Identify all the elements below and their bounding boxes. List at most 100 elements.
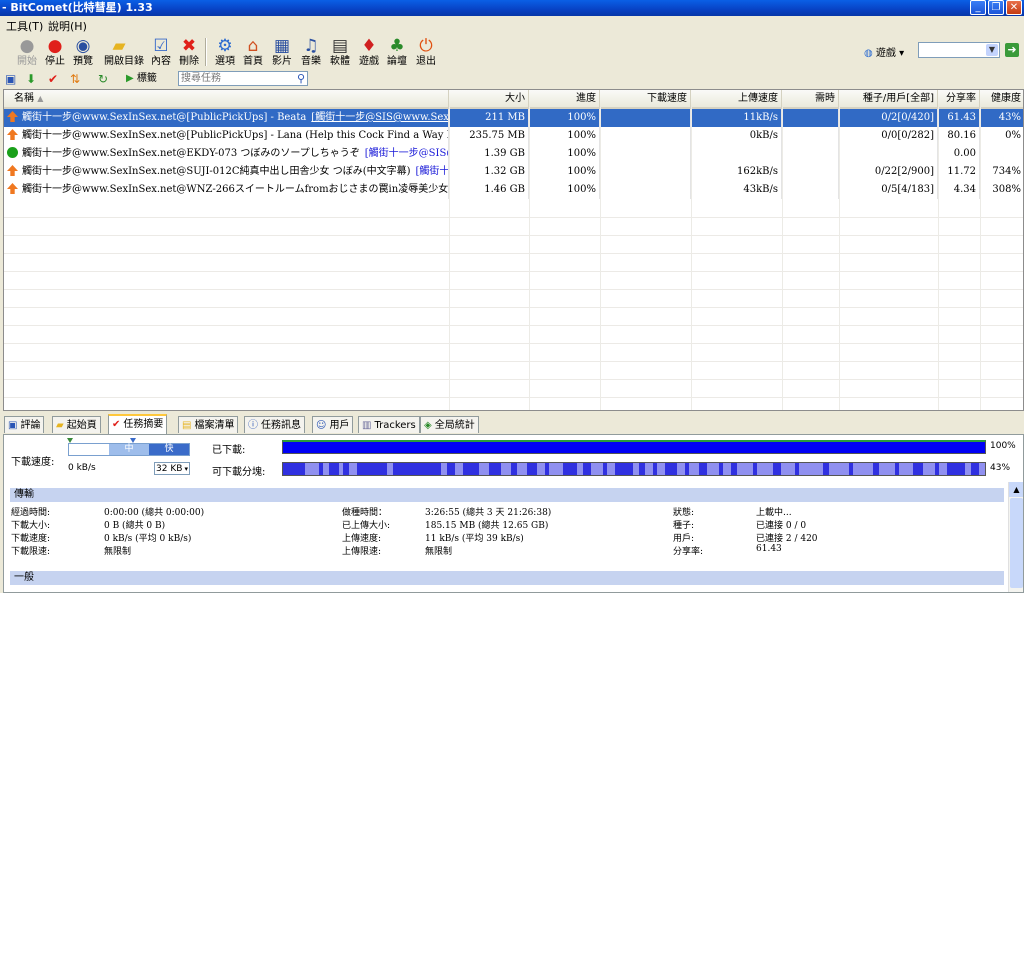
stat-value: 61.43 [756, 544, 782, 554]
game-button[interactable]: ♦ 遊戲 [354, 35, 384, 69]
column-upload-speed[interactable]: 上傳速度 [691, 90, 782, 107]
task-comment-link[interactable]: [觸街十一步@SIS@www.S... [365, 148, 448, 159]
start-button[interactable]: ● 開始 [12, 35, 42, 69]
cell-download-speed [600, 181, 691, 199]
download-arrow-icon[interactable]: ⬇ [26, 71, 36, 87]
minimize-button[interactable]: _ [970, 0, 986, 15]
cell-progress: 100% [529, 181, 600, 199]
grid-line [980, 107, 981, 410]
cell-upload-speed: 11kB/s [691, 109, 782, 127]
available-pct: 43% [990, 463, 1011, 473]
piece-segment [603, 463, 607, 475]
scroll-up-icon[interactable]: ▲ [1009, 482, 1023, 497]
piece-segment [343, 463, 349, 475]
stop-button[interactable]: ● 停止 [40, 35, 70, 69]
exit-button[interactable]: ⏻ 退出 [411, 35, 441, 69]
up-down-icon[interactable]: ⇅ [70, 71, 80, 87]
empty-row [4, 379, 1023, 398]
column-eta[interactable]: 需時 [782, 90, 839, 107]
cell-name: 觸街十一步@www.SexInSex.net@WNZ-266スイートルームfro… [4, 181, 449, 199]
piece-segment [545, 463, 549, 475]
tab-file-list[interactable]: ▤ 檔案清單 [178, 416, 239, 433]
open-folder-button[interactable]: ▰ 開啟目錄 [104, 35, 144, 69]
tab-task-info[interactable]: ⓘ 任務訊息 [244, 416, 305, 433]
stat-value: 0 kB/s (平均 0 kB/s) [104, 534, 192, 544]
search-scope-dropdown[interactable]: ◍ 遊戲 ▾ [864, 44, 904, 59]
table-row[interactable]: 觸街十一步@www.SexInSex.net@[PublicPickUps] -… [4, 109, 1023, 127]
speed-limit-select[interactable]: 32 KB ▾ [154, 462, 190, 475]
column-health[interactable]: 健康度 [980, 90, 1023, 107]
tab-trackers[interactable]: ▥ Trackers [358, 416, 420, 433]
movie-button[interactable]: ▦ 影片 [267, 35, 297, 69]
close-button[interactable]: ✕ [1006, 0, 1022, 15]
check-icon[interactable]: ✔ [48, 71, 58, 87]
upload-status-icon [7, 165, 18, 176]
stat-value: 已連接 2 / 420 [756, 534, 818, 544]
cell-peers: 0/0[0/282] [839, 127, 938, 145]
bookmark-button[interactable]: ▶ 標籤 [126, 71, 157, 87]
downloaded-bar [282, 440, 986, 454]
stat-value: 無限制 [104, 547, 132, 557]
web-search-input[interactable]: ▼ [918, 42, 1000, 58]
table-row[interactable]: 觸街十一步@www.SexInSex.net@[PublicPickUps] -… [4, 127, 1023, 145]
search-icon[interactable]: ⚲ [297, 72, 305, 85]
column-size[interactable]: 大小 [449, 90, 529, 107]
speed-slider[interactable]: 中 快 [68, 443, 190, 456]
empty-row [4, 397, 1023, 410]
task-comment-link[interactable]: [觸街十一步@SIS@www.SexInSex.net] [311, 112, 448, 123]
task-list: 名稱 ▲ 大小 進度 下載速度 上傳速度 需時 種子/用戶[全部] 分享率 健康… [3, 89, 1024, 411]
software-button[interactable]: ▤ 軟體 [325, 35, 355, 69]
piece-segment [823, 463, 829, 475]
forum-button[interactable]: ♣ 論壇 [382, 35, 412, 69]
options-button[interactable]: ⚙ 選項 [210, 35, 240, 69]
tab-peers[interactable]: ☺ 用戶 [312, 416, 354, 433]
globe-icon: ◍ [864, 48, 873, 59]
cell-health: 734% [980, 163, 1023, 181]
music-button[interactable]: ♫ 音樂 [296, 35, 326, 69]
available-pieces-bar [282, 462, 986, 476]
refresh-icon[interactable]: ↻ [98, 71, 108, 87]
tag-icon: ▶ [126, 73, 134, 84]
column-progress[interactable]: 進度 [529, 90, 600, 107]
new-task-icon[interactable]: ▣ [5, 71, 16, 87]
column-peers[interactable]: 種子/用戶[全部] [839, 90, 938, 107]
home-icon: ⌂ [247, 36, 259, 56]
detail-scrollbar[interactable]: ▲ [1008, 482, 1023, 592]
task-comment-link[interactable]: [觸街十一步... [416, 166, 448, 177]
tab-task-summary[interactable]: ✔ 任務摘要 [108, 414, 168, 434]
table-row[interactable]: 觸街十一步@www.SexInSex.net@SUJI-012C純真中出し田舎少… [4, 163, 1023, 181]
stat-value: 0:00:00 (總共 0:00:00) [104, 508, 205, 518]
column-ratio[interactable]: 分享率 [938, 90, 980, 107]
task-search-input[interactable]: 搜尋任務 ⚲ [178, 71, 308, 86]
tab-global-stats[interactable]: ◈ 全局統計 [420, 416, 479, 433]
menu-tools[interactable]: 工具(T) [6, 18, 43, 34]
menu-help[interactable]: 說明(H) [48, 18, 87, 34]
cell-ratio: 4.34 [938, 181, 980, 199]
restore-button[interactable]: ❐ [988, 0, 1004, 15]
home-button[interactable]: ⌂ 首頁 [238, 35, 268, 69]
scroll-thumb[interactable] [1010, 498, 1023, 588]
slider-mid: 中 [109, 444, 149, 455]
column-name[interactable]: 名稱 ▲ [4, 90, 449, 107]
filelist-icon: ▤ [182, 420, 192, 431]
preview-icon: ◉ [75, 36, 91, 56]
column-download-speed[interactable]: 下載速度 [600, 90, 691, 107]
chevron-down-icon[interactable]: ▼ [986, 44, 998, 56]
summary-icon: ✔ [112, 419, 121, 430]
tab-comments[interactable]: ▣ 評論 [4, 416, 45, 433]
go-button[interactable]: ➜ [1005, 43, 1019, 57]
task-summary-panel: 下載速度: 中 快 0 kB/s 32 KB ▾ 已下載: 100% 可下載分塊:… [3, 434, 1024, 593]
stat-label: 上傳速度: [342, 534, 382, 544]
empty-row [4, 343, 1023, 362]
delete-icon: ✖ [181, 36, 197, 56]
cell-size: 1.46 GB [449, 181, 529, 199]
piece-segment [489, 463, 501, 475]
tab-start-page[interactable]: ▰ 起始頁 [52, 416, 101, 433]
table-row[interactable]: 觸街十一步@www.SexInSex.net@WNZ-266スイートルームfro… [4, 181, 1023, 199]
piece-segment [653, 463, 657, 475]
table-row[interactable]: 觸街十一步@www.SexInSex.net@EKDY-073 つぼみのソープし… [4, 145, 1023, 163]
preview-button[interactable]: ◉ 預覽 [68, 35, 98, 69]
properties-button[interactable]: ☑ 內容 [146, 35, 176, 69]
piece-segment [895, 463, 899, 475]
delete-button[interactable]: ✖ 刪除 [174, 35, 204, 69]
